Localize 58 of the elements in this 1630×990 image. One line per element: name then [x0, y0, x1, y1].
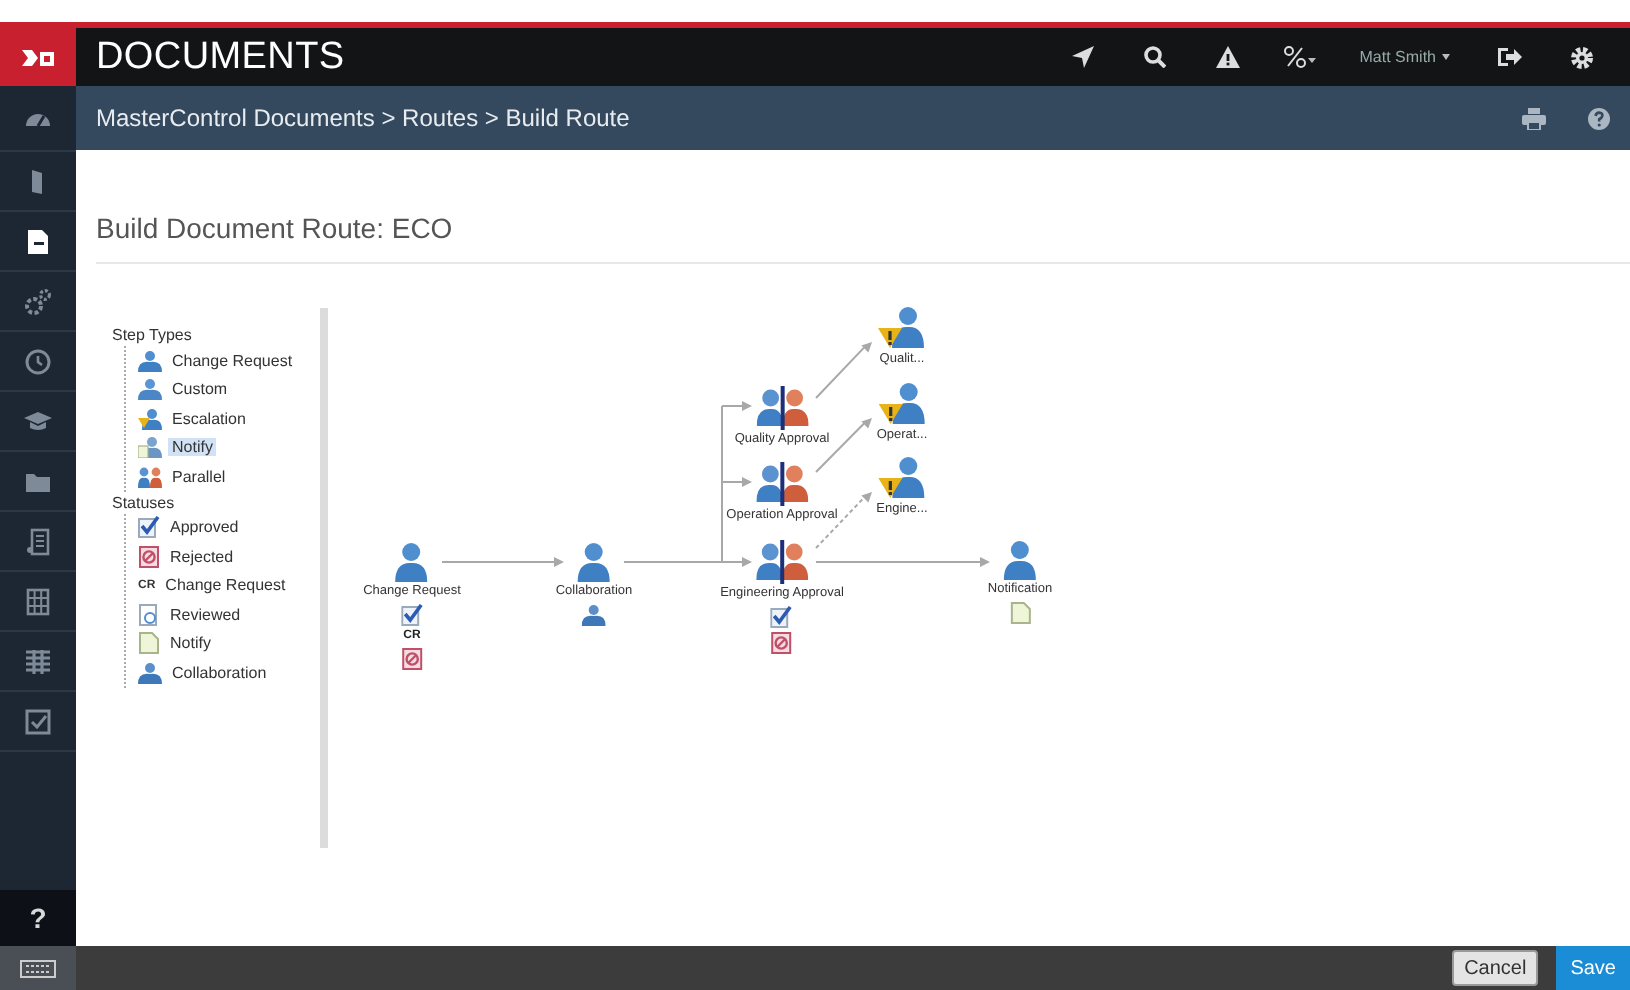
person-warning-icon — [878, 456, 926, 500]
person-icon — [576, 542, 612, 582]
group-label: Statuses — [112, 493, 177, 511]
checkmark-document-icon — [138, 516, 160, 539]
palette-item[interactable]: Parallel — [126, 462, 320, 491]
palette-item[interactable]: Custom — [126, 375, 320, 404]
graduation-cap-icon — [24, 407, 52, 435]
people-group-icon — [582, 604, 606, 626]
connector-arrow — [441, 557, 564, 567]
two-people-icon — [756, 386, 808, 430]
person-warning-icon — [878, 382, 926, 426]
user-menu[interactable]: Matt Smith — [1335, 28, 1474, 86]
palette-item[interactable]: Collaboration — [126, 658, 320, 687]
rejected-document-icon — [771, 632, 793, 654]
cancel-button[interactable]: Cancel — [1452, 950, 1539, 986]
connector-arrow — [721, 557, 752, 567]
person-icon — [394, 542, 430, 582]
person-icon — [1002, 540, 1038, 580]
document-icon — [24, 227, 52, 255]
person-icon — [138, 349, 162, 372]
grid-icon — [24, 587, 52, 615]
palette-item[interactable]: Reviewed — [126, 600, 320, 629]
keyboard-icon[interactable] — [20, 959, 56, 977]
palette-item[interactable]: Approved — [126, 513, 320, 542]
page-title: Build Document Route: ECO — [96, 212, 1630, 264]
person-warning-icon — [138, 407, 162, 430]
palette-item[interactable]: Notify — [126, 629, 320, 658]
palette-item[interactable]: Change Request — [126, 346, 320, 375]
help-button[interactable]: ? — [0, 890, 76, 946]
connector-arrow — [721, 401, 752, 411]
person-icon — [138, 378, 162, 401]
palette-item[interactable]: Escalation — [126, 404, 320, 433]
palette-item[interactable]: Rejected — [126, 542, 320, 571]
two-people-icon — [756, 540, 808, 584]
checkmark-document-icon — [401, 604, 423, 626]
app-title: DOCUMENTS — [96, 35, 345, 79]
two-people-icon — [756, 462, 808, 506]
document-icon — [1009, 602, 1031, 624]
table-icon — [24, 647, 52, 675]
connector-arrow — [721, 477, 752, 487]
gears-icon — [24, 287, 52, 315]
people-group-icon — [138, 661, 162, 684]
reviewed-document-icon — [138, 603, 160, 626]
document-icon — [138, 632, 160, 655]
checkbox-icon — [24, 707, 52, 735]
history-icon — [24, 347, 52, 375]
group-label: Step Types — [112, 326, 194, 344]
save-button[interactable]: Save — [1556, 946, 1630, 990]
palette-item[interactable]: Notify — [126, 433, 320, 462]
person-document-icon — [138, 436, 162, 459]
breadcrumb: MasterControl Documents > Routes > Build Route — [96, 104, 630, 132]
two-people-icon — [138, 465, 162, 488]
person-warning-icon — [878, 306, 926, 350]
checkmark-document-icon — [771, 606, 793, 628]
rejected-document-icon — [401, 648, 423, 670]
form-icon — [24, 527, 52, 555]
rejected-document-icon — [138, 545, 160, 568]
connector-arrow — [815, 342, 872, 399]
